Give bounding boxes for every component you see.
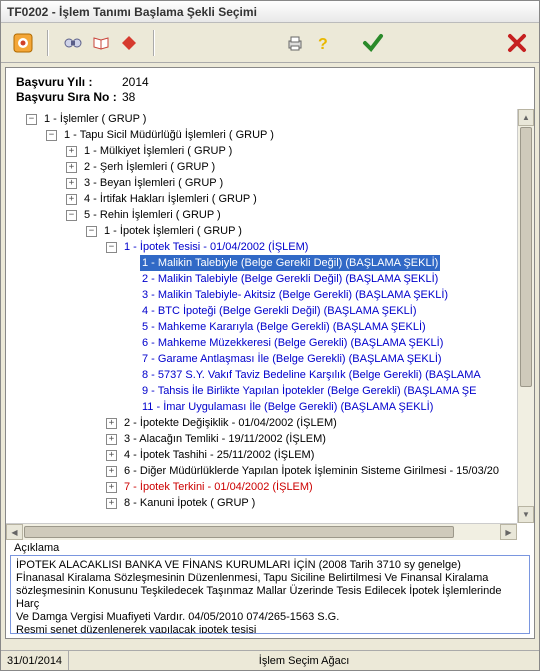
expander[interactable]: − xyxy=(26,114,37,125)
scroll-right-button[interactable]: ▶ xyxy=(500,524,517,540)
tree-item[interactable]: 6 - Mahkeme Müzekkeresi (Belge Gerekli) … xyxy=(140,335,445,351)
tree-item[interactable]: 7 - İpotek Terkini - 01/04/2002 (İŞLEM) xyxy=(122,479,315,495)
tree-item[interactable]: 8 - 5737 S.Y. Vakıf Taviz Bedeline Karşı… xyxy=(140,367,483,383)
tree-item[interactable]: 7 - Garame Antlaşması İle (Belge Gerekli… xyxy=(140,351,444,367)
print-button[interactable] xyxy=(281,29,309,57)
status-text: İşlem Seçim Ağacı xyxy=(69,651,539,670)
description-line: sözleşmesinin Konusunu Teşkiledecek Taşı… xyxy=(16,585,524,611)
expander[interactable]: + xyxy=(66,194,77,205)
expander[interactable]: + xyxy=(66,178,77,189)
description-box: İPOTEK ALACAKLISI BANKA VE FİNANS KURUML… xyxy=(10,555,530,634)
expander[interactable]: − xyxy=(66,210,77,221)
app-icon-button[interactable] xyxy=(9,29,37,57)
expander[interactable]: + xyxy=(106,418,117,429)
tree-item[interactable]: 4 - İrtifak Hakları İşlemleri ( GRUP ) xyxy=(82,191,259,207)
tree-item[interactable]: 4 - İpotek Tashihi - 25/11/2002 (İŞLEM) xyxy=(122,447,316,463)
tree-item[interactable]: 3 - Beyan İşlemleri ( GRUP ) xyxy=(82,175,225,191)
tree-item[interactable]: 4 - BTC İpoteği (Belge Gerekli Değil) (B… xyxy=(140,303,419,319)
open-book-icon xyxy=(91,33,111,53)
svg-text:?: ? xyxy=(318,36,328,53)
expander[interactable]: + xyxy=(106,498,117,509)
tree-item[interactable]: 6 - Diğer Müdürlüklerde Yapılan İpotek İ… xyxy=(122,463,501,479)
shield-icon xyxy=(12,32,34,54)
description-panel: Açıklama İPOTEK ALACAKLISI BANKA VE FİNA… xyxy=(10,540,530,634)
description-line: Fİnanasal Kiralama Sözleşmesinin Düzenle… xyxy=(16,572,524,585)
description-line: Ve Damga Vergisi Muafiyeti Vardır. 04/05… xyxy=(16,611,524,624)
expander[interactable]: − xyxy=(106,242,117,253)
window-title: TF0202 - İşlem Tanımı Başlama Şekli Seçi… xyxy=(7,5,257,19)
description-label: Açıklama xyxy=(14,542,530,554)
separator xyxy=(47,30,49,56)
description-line: İPOTEK ALACAKLISI BANKA VE FİNANS KURUML… xyxy=(16,559,524,572)
header-fields: Başvuru Yılı : 2014 Başvuru Sıra No : 38 xyxy=(6,68,534,109)
tree-item[interactable]: 9 - Tahsis İle Birlikte Yapılan İpotekle… xyxy=(140,383,478,399)
expander[interactable]: − xyxy=(46,130,57,141)
scroll-down-button[interactable]: ▼ xyxy=(518,506,534,523)
toolbar: ? xyxy=(1,23,539,63)
content-panel: Başvuru Yılı : 2014 Başvuru Sıra No : 38… xyxy=(5,67,535,639)
check-icon xyxy=(362,32,384,54)
scroll-left-button[interactable]: ◀ xyxy=(6,524,23,540)
horizontal-scrollbar[interactable]: ◀ ▶ xyxy=(6,523,517,540)
scroll-thumb[interactable] xyxy=(520,127,532,387)
tree-item[interactable]: 2 - İpotekte Değişiklik - 01/04/2002 (İŞ… xyxy=(122,415,339,431)
tree-item[interactable]: 8 - Kanuni İpotek ( GRUP ) xyxy=(122,495,257,511)
scroll-thumb[interactable] xyxy=(24,526,454,538)
diamond-icon xyxy=(119,33,139,53)
tree-item[interactable]: 5 - Mahkeme Kararıyla (Belge Gerekli) (B… xyxy=(140,319,428,335)
expander[interactable]: + xyxy=(66,162,77,173)
search-button[interactable] xyxy=(59,29,87,57)
vertical-scrollbar[interactable]: ▲ ▼ xyxy=(517,109,534,523)
question-icon: ? xyxy=(313,33,333,53)
marker-button[interactable] xyxy=(115,29,143,57)
tree-item-selected[interactable]: 1 - Malikin Talebiyle (Belge Gerekli Değ… xyxy=(140,255,440,271)
scroll-up-button[interactable]: ▲ xyxy=(518,109,534,126)
status-date: 31/01/2014 xyxy=(1,651,69,670)
printer-icon xyxy=(285,33,305,53)
expander[interactable]: + xyxy=(106,450,117,461)
expander[interactable]: + xyxy=(106,466,117,477)
tree-item[interactable]: 2 - Şerh İşlemleri ( GRUP ) xyxy=(82,159,217,175)
tree-item[interactable]: 1 - İpotek İşlemleri ( GRUP ) xyxy=(102,223,244,239)
tree-item[interactable]: 3 - Malikin Talebiyle- Akitsiz (Belge Ge… xyxy=(140,287,450,303)
basvuru-sira-value: 38 xyxy=(122,90,135,104)
basvuru-yili-label: Başvuru Yılı : xyxy=(16,75,120,89)
tree-item[interactable]: 5 - Rehin İşlemleri ( GRUP ) xyxy=(82,207,223,223)
tree-item[interactable]: 1 - İşlemler ( GRUP ) xyxy=(42,111,148,127)
tree-view[interactable]: −1 - İşlemler ( GRUP ) −1 - Tapu Sicil M… xyxy=(6,109,534,540)
tree-item[interactable]: 11 - İmar Uygulaması İle (Belge Gerekli)… xyxy=(140,399,435,415)
basvuru-sira-label: Başvuru Sıra No : xyxy=(16,90,120,104)
confirm-button[interactable] xyxy=(359,29,387,57)
close-icon xyxy=(506,32,528,54)
status-bar: 31/01/2014 İşlem Seçim Ağacı xyxy=(1,650,539,670)
tree-item[interactable]: 1 - Mülkiyet İşlemleri ( GRUP ) xyxy=(82,143,234,159)
help-button[interactable]: ? xyxy=(309,29,337,57)
expander[interactable]: + xyxy=(106,482,117,493)
close-button[interactable] xyxy=(503,29,531,57)
tree-item[interactable]: 1 - Tapu Sicil Müdürlüğü İşlemleri ( GRU… xyxy=(62,127,276,143)
tree-item[interactable]: 3 - Alacağın Temliki - 19/11/2002 (İŞLEM… xyxy=(122,431,328,447)
expander[interactable]: − xyxy=(86,226,97,237)
binoculars-icon xyxy=(63,33,83,53)
tree-item[interactable]: 2 - Malikin Talebiyle (Belge Gerekli Değ… xyxy=(140,271,440,287)
tree-container: −1 - İşlemler ( GRUP ) −1 - Tapu Sicil M… xyxy=(6,109,534,540)
basvuru-yili-value: 2014 xyxy=(122,75,149,89)
separator xyxy=(153,30,155,56)
expander[interactable]: + xyxy=(66,146,77,157)
title-bar: TF0202 - İşlem Tanımı Başlama Şekli Seçi… xyxy=(1,1,539,23)
description-line: Resmi senet düzenlenerek yapılacak ipote… xyxy=(16,624,524,634)
book-button[interactable] xyxy=(87,29,115,57)
expander[interactable]: + xyxy=(106,434,117,445)
tree-item[interactable]: 1 - İpotek Tesisi - 01/04/2002 (İŞLEM) xyxy=(122,239,310,255)
